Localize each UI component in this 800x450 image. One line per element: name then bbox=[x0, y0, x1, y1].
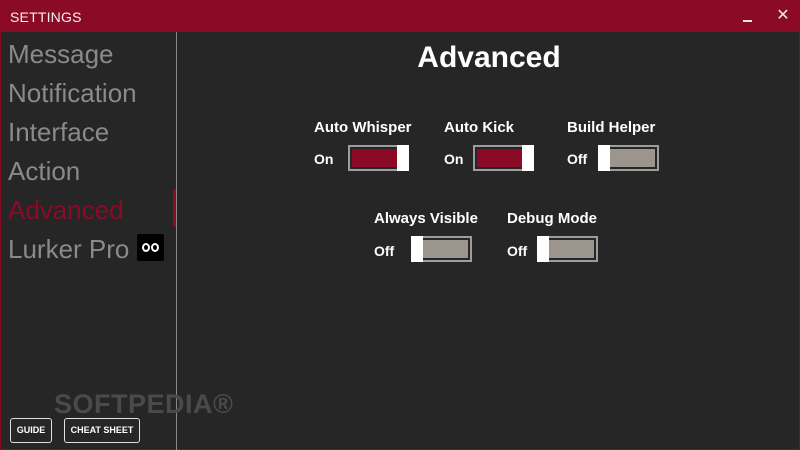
page-title: Advanced bbox=[417, 41, 561, 74]
cheat-sheet-button[interactable]: CHEAT SHEET bbox=[64, 418, 140, 443]
always-visible-toggle[interactable] bbox=[411, 236, 472, 262]
sidebar-item-interface[interactable]: Interface bbox=[8, 114, 174, 150]
always-visible-state: Off bbox=[374, 243, 395, 259]
toggle-thumb bbox=[522, 145, 534, 171]
title-bar: SETTINGS ✕ bbox=[1, 1, 800, 32]
toggle-thumb bbox=[397, 145, 409, 171]
sidebar: Message Notification Interface Action Ad… bbox=[1, 32, 177, 450]
lurker-eyes-icon bbox=[137, 234, 164, 261]
auto-kick-toggle[interactable] bbox=[473, 145, 534, 171]
guide-button[interactable]: GUIDE bbox=[10, 418, 52, 443]
build-helper-toggle[interactable] bbox=[598, 145, 659, 171]
close-button[interactable]: ✕ bbox=[776, 8, 790, 24]
minimize-button[interactable] bbox=[742, 10, 754, 24]
sidebar-item-message[interactable]: Message bbox=[8, 36, 174, 72]
active-nav-indicator bbox=[173, 189, 176, 227]
toggle-thumb bbox=[537, 236, 549, 262]
settings-window: SETTINGS ✕ Message Notification Interfac… bbox=[0, 0, 800, 450]
build-helper-state: Off bbox=[567, 151, 588, 167]
auto-kick-state: On bbox=[444, 151, 464, 167]
sidebar-item-advanced[interactable]: Advanced bbox=[8, 192, 174, 228]
sidebar-item-notification[interactable]: Notification bbox=[8, 75, 174, 111]
window-title: SETTINGS bbox=[10, 9, 82, 25]
debug-mode-label: Debug Mode bbox=[507, 210, 597, 227]
toggle-thumb bbox=[411, 236, 423, 262]
debug-mode-toggle[interactable] bbox=[537, 236, 598, 262]
softpedia-watermark: SOFTPEDIA® bbox=[54, 389, 234, 419]
auto-whisper-label: Auto Whisper bbox=[314, 119, 412, 136]
toggle-thumb bbox=[598, 145, 610, 171]
auto-whisper-toggle[interactable] bbox=[348, 145, 409, 171]
auto-kick-label: Auto Kick bbox=[444, 119, 515, 136]
sidebar-item-action[interactable]: Action bbox=[8, 153, 174, 189]
always-visible-label: Always Visible bbox=[374, 210, 478, 227]
debug-mode-state: Off bbox=[507, 243, 528, 259]
build-helper-label: Build Helper bbox=[567, 119, 656, 136]
auto-whisper-state: On bbox=[314, 151, 334, 167]
